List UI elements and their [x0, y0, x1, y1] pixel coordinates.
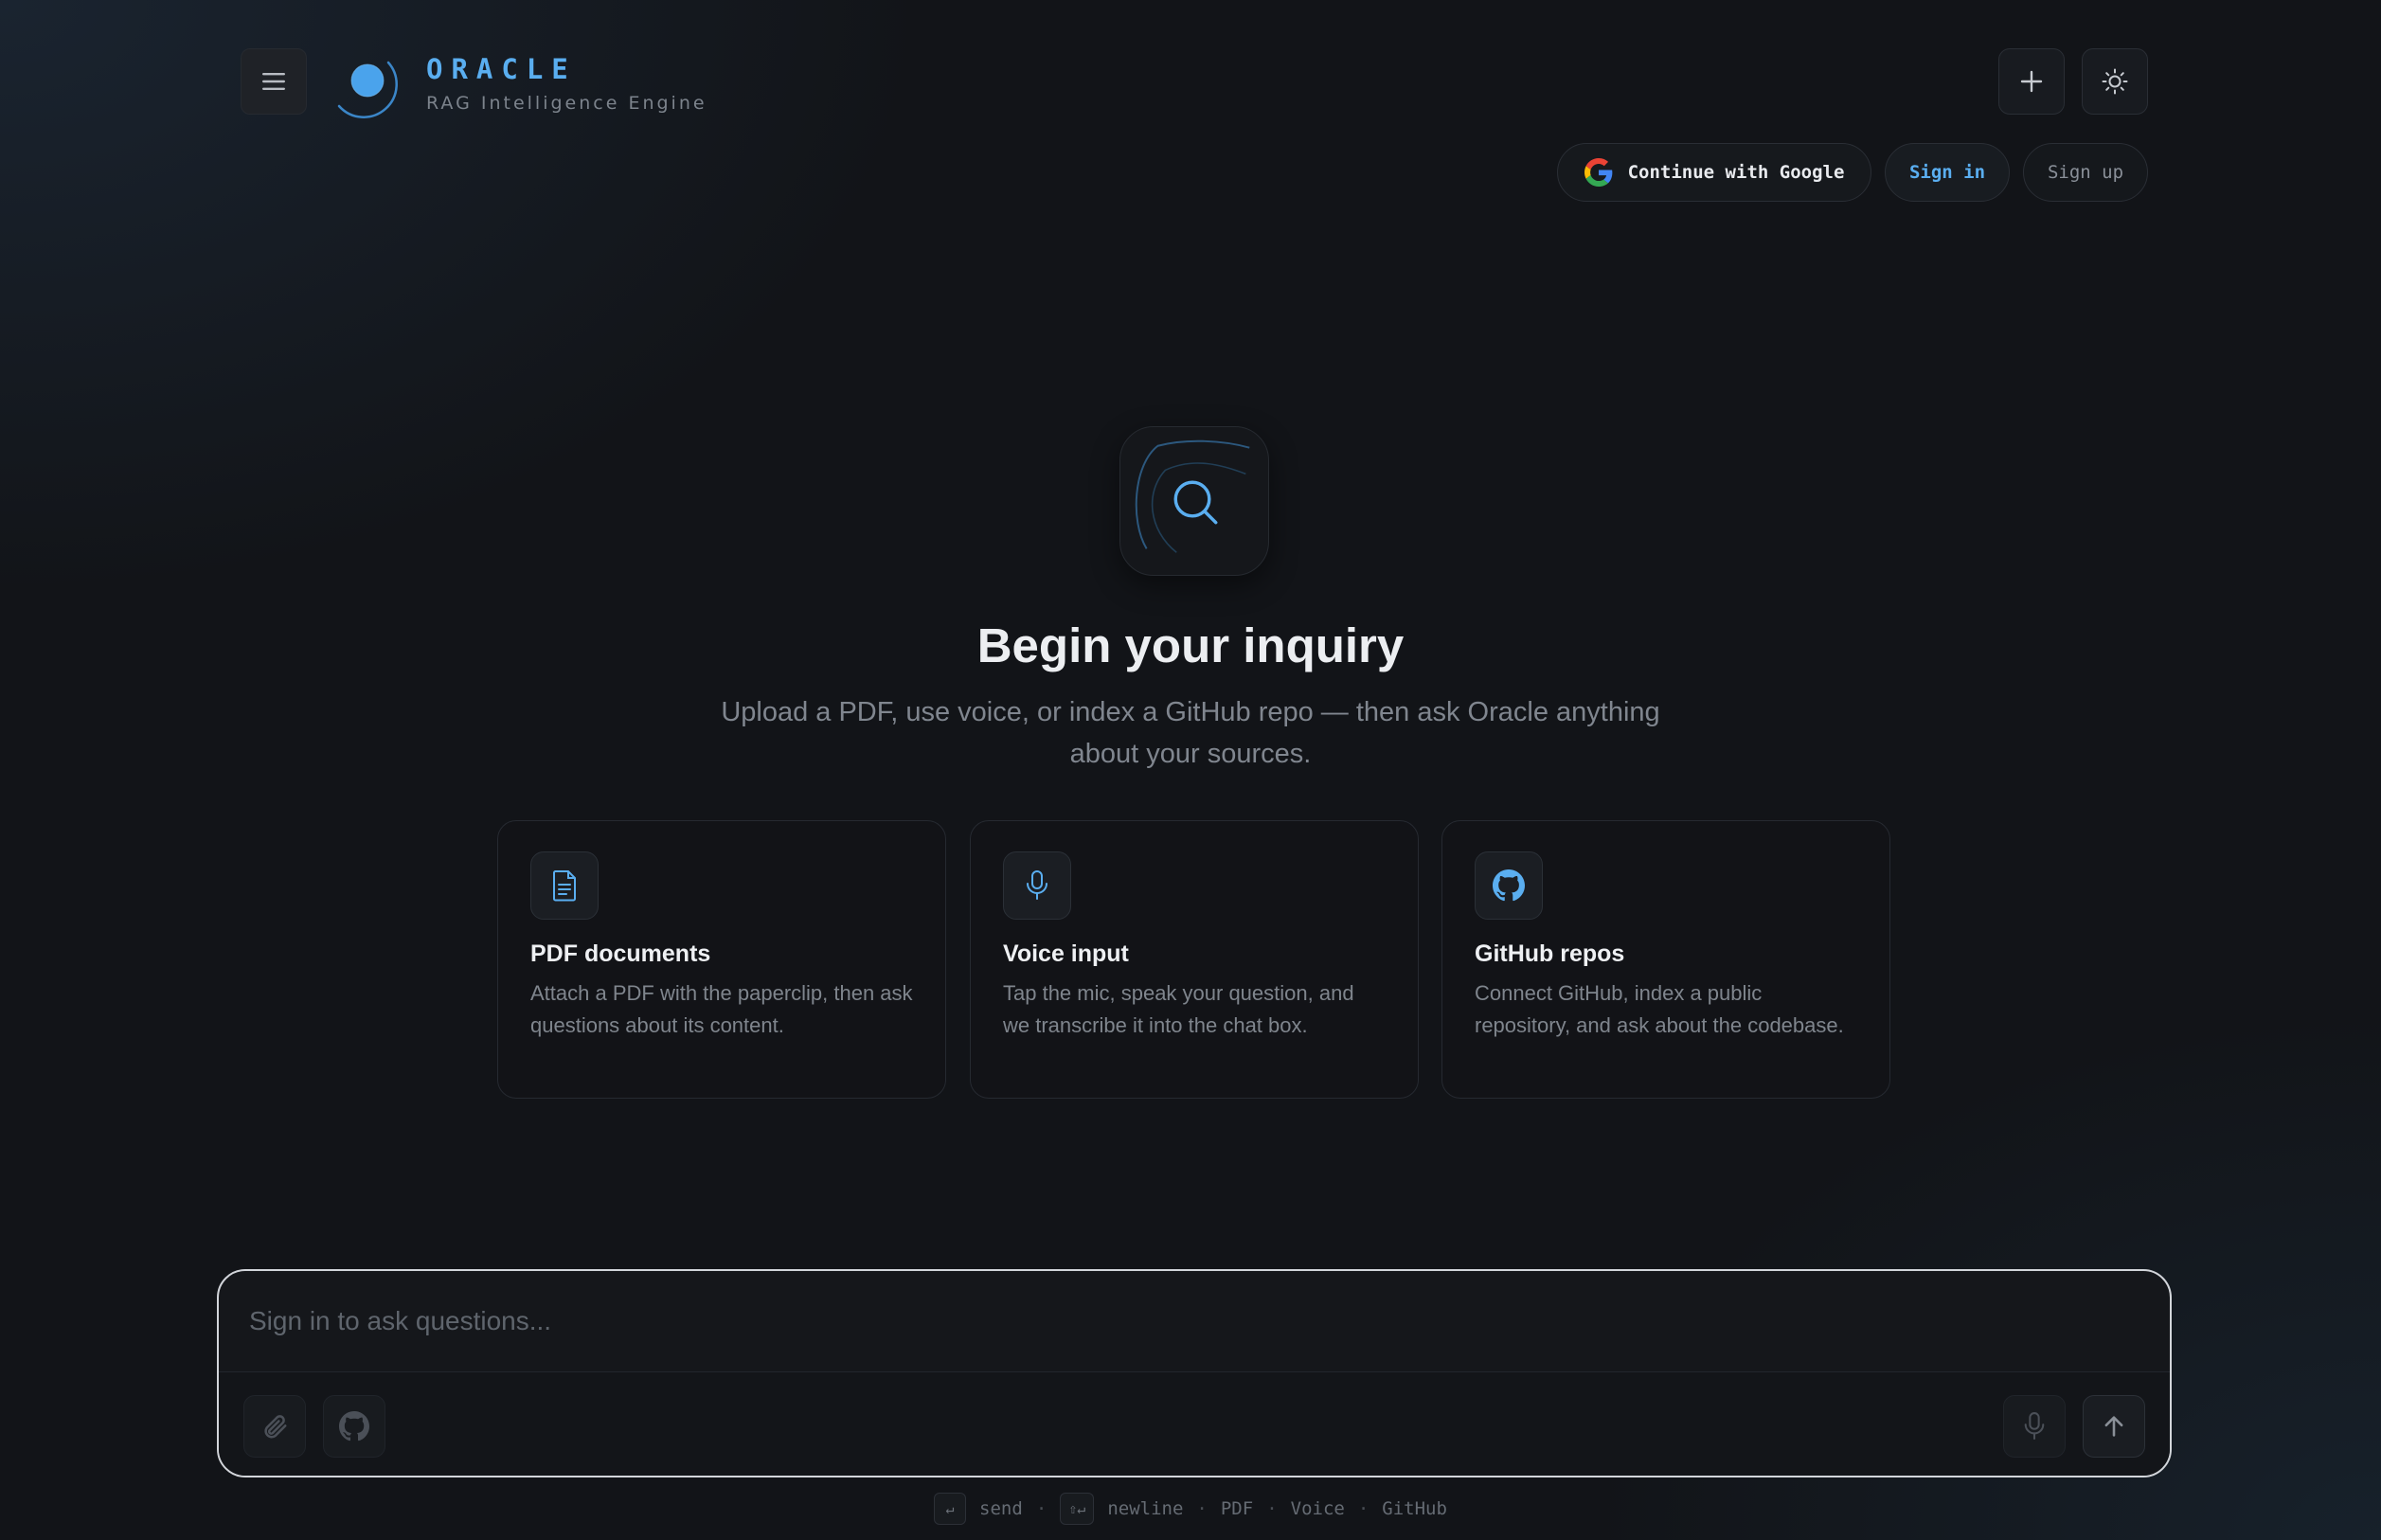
- connect-github-button[interactable]: [323, 1395, 385, 1458]
- menu-button[interactable]: [241, 48, 307, 115]
- plus-icon: [2020, 70, 2043, 93]
- attach-pdf-button[interactable]: [243, 1395, 306, 1458]
- github-icon: [1475, 851, 1543, 920]
- chat-composer: [217, 1269, 2172, 1477]
- feature-card-github[interactable]: GitHub repos Connect GitHub, index a pub…: [1441, 820, 1890, 1099]
- hero-title: Begin your inquiry: [976, 618, 1405, 672]
- feature-card-pdf[interactable]: PDF documents Attach a PDF with the pape…: [497, 820, 946, 1099]
- document-icon: [530, 851, 599, 920]
- google-icon: [1584, 158, 1613, 187]
- new-chat-button[interactable]: [1998, 48, 2065, 115]
- composer-toolbar: [219, 1372, 2170, 1476]
- voice-input-button[interactable]: [2003, 1395, 2066, 1458]
- github-hint-label: GitHub: [1382, 1498, 1447, 1519]
- voice-hint-label: Voice: [1290, 1498, 1345, 1519]
- separator: ·: [1196, 1498, 1208, 1519]
- card-title: PDF documents: [530, 940, 711, 967]
- continue-with-google-button[interactable]: Continue with Google: [1557, 143, 1871, 202]
- sign-up-button[interactable]: Sign up: [2023, 143, 2148, 202]
- theme-toggle-button[interactable]: [2082, 48, 2148, 115]
- brand-subtitle: RAG Intelligence Engine: [426, 93, 707, 114]
- feature-card-voice[interactable]: Voice input Tap the mic, speak your ques…: [970, 820, 1419, 1099]
- separator: ·: [1357, 1498, 1370, 1519]
- microphone-icon: [1003, 851, 1071, 920]
- brand[interactable]: ORACLE RAG Intelligence Engine: [331, 45, 707, 121]
- sun-icon: [2102, 68, 2128, 95]
- card-description: Attach a PDF with the paperclip, then as…: [530, 981, 913, 1037]
- hamburger-menu-icon: [262, 73, 285, 90]
- send-hint-label: send: [979, 1498, 1023, 1519]
- paperclip-icon: [264, 1415, 287, 1439]
- pdf-hint-label: PDF: [1220, 1498, 1254, 1519]
- card-description: Tap the mic, speak your question, and we…: [1003, 981, 1354, 1037]
- separator: ·: [1266, 1498, 1278, 1519]
- hero-search-badge: [1119, 426, 1269, 576]
- separator: ·: [1035, 1498, 1047, 1519]
- keyboard-hints: ↵ send · ⇧↵ newline · PDF · Voice · GitH…: [0, 1493, 2381, 1525]
- card-description: Connect GitHub, index a public repositor…: [1475, 981, 1844, 1037]
- brand-title: ORACLE: [426, 53, 577, 85]
- chat-input[interactable]: [219, 1271, 2170, 1371]
- newline-hint-label: newline: [1107, 1498, 1184, 1519]
- enter-key-hint: ↵: [934, 1493, 967, 1525]
- shift-enter-key-hint: ⇧↵: [1060, 1493, 1095, 1525]
- arrow-up-icon: [2104, 1416, 2123, 1437]
- card-title: Voice input: [1003, 940, 1129, 967]
- brand-logo-icon: [331, 45, 407, 121]
- google-button-label: Continue with Google: [1627, 162, 1845, 183]
- microphone-icon: [2024, 1412, 2045, 1441]
- search-icon: [1135, 439, 1250, 553]
- hero-subtitle: Upload a PDF, use voice, or index a GitH…: [721, 697, 1660, 769]
- github-icon: [339, 1411, 369, 1442]
- send-button[interactable]: [2083, 1395, 2145, 1458]
- card-title: GitHub repos: [1475, 940, 1625, 967]
- sign-in-button[interactable]: Sign in: [1885, 143, 2010, 202]
